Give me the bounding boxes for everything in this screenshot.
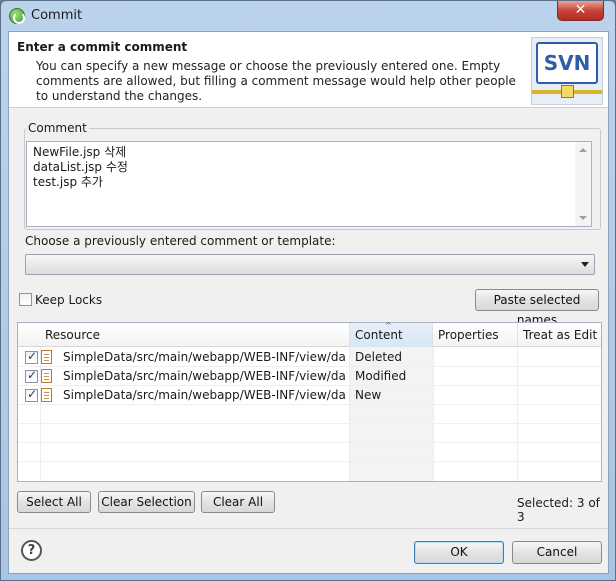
svn-logo-node xyxy=(561,85,574,98)
empty-row xyxy=(18,424,601,443)
column-header-content-label: Content xyxy=(355,328,403,342)
column-header-treat-as-edit[interactable]: Treat as Edit xyxy=(518,323,601,347)
row-content: Modified xyxy=(355,369,407,383)
svn-logo-text: SVN xyxy=(536,42,598,84)
column-header-content[interactable]: ^ Content xyxy=(350,321,433,347)
close-button[interactable]: ✕ xyxy=(557,1,604,21)
sort-ascending-icon: ^ xyxy=(385,321,392,330)
row-resource: SimpleData/src/main/webapp/WEB-INF/view/… xyxy=(63,369,345,383)
comment-group-label: Comment xyxy=(26,121,89,135)
cancel-button[interactable]: Cancel xyxy=(512,541,602,564)
commit-dialog-window: Commit ✕ Enter a commit comment You can … xyxy=(0,0,616,581)
comment-textarea[interactable]: NewFile.jsp 삭제 dataList.jsp 수정 test.jsp … xyxy=(26,141,592,227)
select-all-button[interactable]: Select All xyxy=(17,491,91,513)
jsp-file-icon xyxy=(41,350,52,364)
keep-locks-checkbox[interactable] xyxy=(19,293,32,306)
row-properties xyxy=(438,367,514,386)
comment-text: NewFile.jsp 삭제 dataList.jsp 수정 test.jsp … xyxy=(33,145,128,190)
column-header-properties[interactable]: Properties xyxy=(433,323,518,347)
row-resource: SimpleData/src/main/webapp/WEB-INF/view/… xyxy=(63,350,345,364)
row-content: New xyxy=(355,388,382,402)
comment-line: test.jsp 추가 xyxy=(33,175,103,189)
paste-selected-names-button[interactable]: Paste selected names xyxy=(475,289,599,327)
header-title: Enter a commit comment xyxy=(17,40,188,54)
title-bar[interactable]: Commit ✕ xyxy=(1,1,615,31)
row-properties xyxy=(438,386,514,405)
dialog-client-area: Enter a commit comment You can specify a… xyxy=(8,31,609,574)
row-checkbox[interactable] xyxy=(25,387,38,402)
table-header: Resource ^ Content Properties Treat as E… xyxy=(18,321,601,347)
clear-selection-button[interactable]: Clear Selection xyxy=(98,491,195,513)
clear-all-button[interactable]: Clear All xyxy=(201,491,275,513)
empty-row xyxy=(18,405,601,424)
comment-line: NewFile.jsp 삭제 xyxy=(33,145,127,159)
row-resource: SimpleData/src/main/webapp/WEB-INF/view/… xyxy=(63,388,345,402)
comment-line: dataList.jsp 수정 xyxy=(33,160,128,174)
empty-row xyxy=(18,462,601,481)
row-content: Deleted xyxy=(355,350,403,364)
row-treat-as-edit xyxy=(523,348,599,367)
dialog-header: Enter a commit comment You can specify a… xyxy=(9,32,608,108)
comment-scrollbar[interactable] xyxy=(575,142,591,226)
header-description: You can specify a new message or choose … xyxy=(36,59,516,103)
chevron-down-icon[interactable] xyxy=(581,262,589,267)
scroll-down-icon[interactable] xyxy=(579,216,587,220)
table-row[interactable]: SimpleData/src/main/webapp/WEB-INF/view/… xyxy=(18,348,601,367)
ok-button[interactable]: OK xyxy=(414,541,504,564)
row-checkbox[interactable] xyxy=(25,368,38,383)
table-row[interactable]: SimpleData/src/main/webapp/WEB-INF/view/… xyxy=(18,367,601,386)
svn-logo: SVN xyxy=(531,37,603,105)
template-combo[interactable] xyxy=(25,254,595,275)
scroll-up-icon[interactable] xyxy=(579,148,587,152)
window-title: Commit xyxy=(31,8,83,23)
jsp-file-icon xyxy=(41,369,52,383)
empty-row xyxy=(18,443,601,462)
row-properties xyxy=(438,348,514,367)
row-checkbox[interactable] xyxy=(25,349,38,364)
help-icon[interactable]: ? xyxy=(21,540,42,561)
footer-separator xyxy=(9,528,608,529)
column-header-resource[interactable]: Resource xyxy=(40,323,350,347)
resource-table: Resource ^ Content Properties Treat as E… xyxy=(17,322,602,482)
keep-locks-label: Keep Locks xyxy=(35,293,103,307)
spring-app-icon xyxy=(9,8,25,24)
table-row[interactable]: SimpleData/src/main/webapp/WEB-INF/view/… xyxy=(18,386,601,405)
row-treat-as-edit xyxy=(523,367,599,386)
jsp-file-icon xyxy=(41,388,52,402)
row-treat-as-edit xyxy=(523,386,599,405)
selected-count: Selected: 3 of 3 xyxy=(517,496,600,524)
template-label: Choose a previously entered comment or t… xyxy=(25,234,336,248)
